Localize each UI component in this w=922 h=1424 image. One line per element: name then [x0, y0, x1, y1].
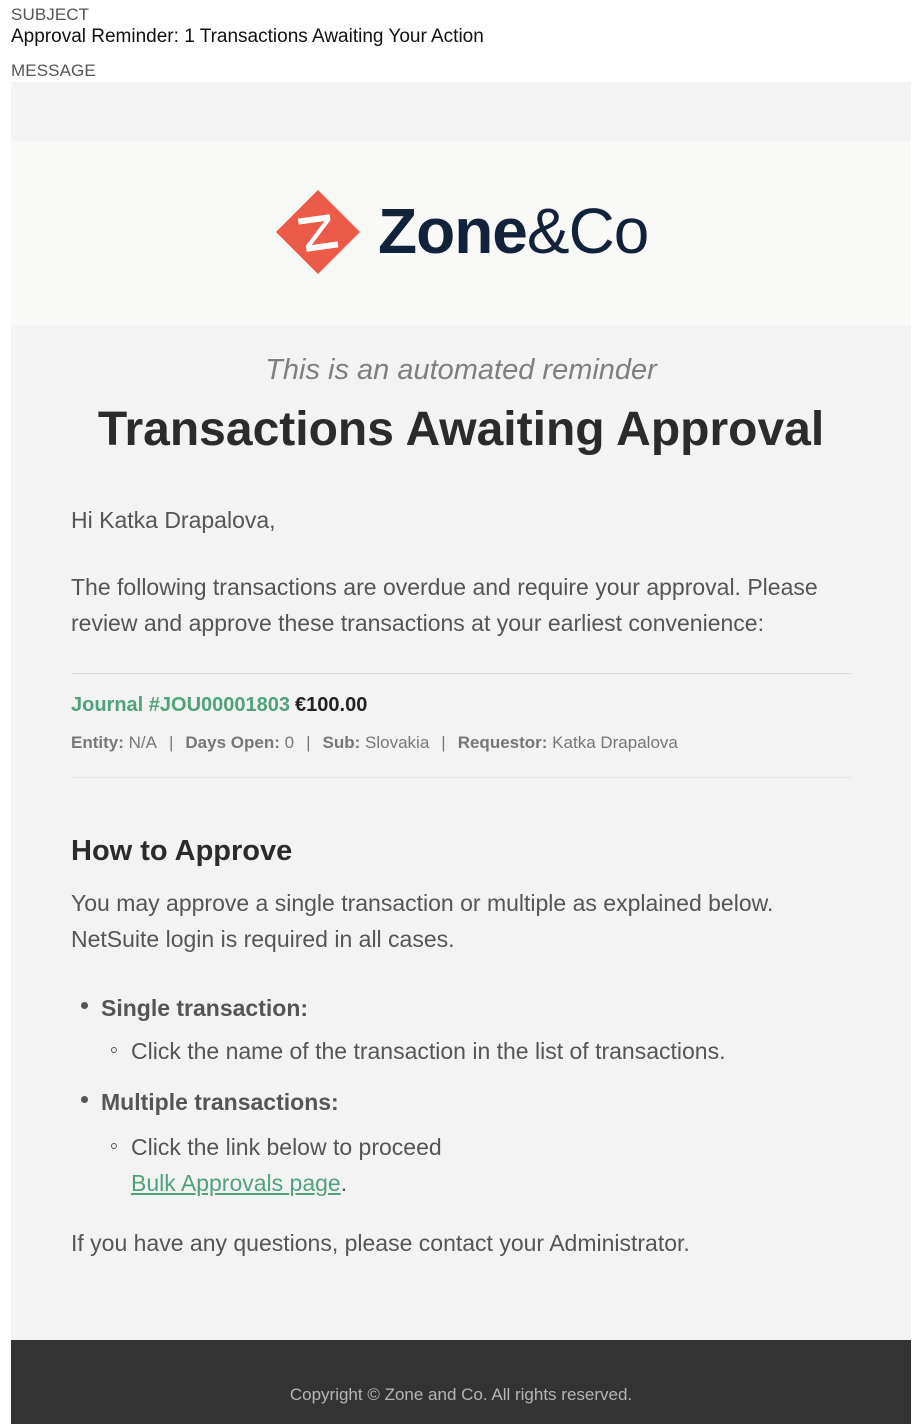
days-open-label: Days Open:	[185, 733, 280, 752]
howto-title: How to Approve	[71, 835, 293, 867]
copyright-text: Copyright © Zone and Co. All rights rese…	[289, 1385, 633, 1404]
step-single-detail-item: Click the name of the transaction in the…	[101, 1033, 851, 1069]
days-open-value: 0	[284, 733, 295, 752]
meta-separator: |	[441, 733, 446, 752]
meta-separator: |	[306, 733, 311, 752]
approval-steps-list: Single transaction: Click the name of th…	[71, 990, 851, 1201]
email-footer: Copyright © Zone and Co. All rights rese…	[11, 1340, 911, 1424]
step-multiple-detail: Click the link below to proceed	[131, 1134, 442, 1160]
email-subject: Approval Reminder: 1 Transactions Awaiti…	[11, 26, 484, 47]
link-suffix: .	[340, 1170, 348, 1196]
meta-separator: |	[168, 733, 174, 752]
transaction-row: Journal #JOU00001803 €100.00	[71, 694, 851, 717]
entity-value: N/A	[128, 733, 157, 752]
transaction-meta: Entity: N/A | Days Open: 0 | Sub: Slovakia | R…	[71, 733, 851, 753]
sub-label: Sub:	[322, 733, 361, 752]
step-single-title: Single transaction:	[101, 995, 309, 1021]
bullet-dot	[81, 1096, 88, 1103]
brand-name-light: &Co	[526, 195, 649, 267]
email-headline: Transactions Awaiting Approval	[97, 403, 825, 456]
bulk-approvals-link[interactable]: Bulk Approvals page	[131, 1170, 341, 1196]
brand-logo-text: Zone&Co	[378, 195, 649, 267]
bullet-circle	[111, 1047, 117, 1053]
divider-bottom	[71, 777, 851, 778]
howto-intro: You may approve a single transaction or …	[71, 890, 774, 952]
greeting: Hi Katka Drapalova,	[71, 507, 276, 533]
intro-paragraph: The following transactions are overdue a…	[71, 574, 818, 636]
brand-name-bold: Zone	[378, 195, 528, 267]
step-multiple-title: Multiple transactions:	[101, 1089, 339, 1115]
subject-label: SUBJECT	[11, 5, 90, 24]
step-single: Single transaction: Click the name of th…	[71, 990, 851, 1069]
message-label: MESSAGE	[11, 61, 96, 80]
requestor-label: Requestor:	[457, 733, 548, 752]
transaction-amount: €100.00	[295, 694, 368, 716]
requestor-value: Katka Drapalova	[552, 733, 678, 752]
sub-value: Slovakia	[365, 733, 430, 752]
bullet-dot	[81, 1002, 88, 1009]
step-single-detail: Click the name of the transaction in the…	[131, 1038, 726, 1064]
email-body: Zone&Co This is an automated reminder Tr…	[11, 82, 911, 1424]
outro-paragraph: If you have any questions, please contac…	[71, 1230, 690, 1256]
divider-top	[71, 673, 851, 674]
logo-banner: Zone&Co	[11, 141, 911, 325]
step-multiple-detail-item: Click the link below to proceed Bulk App…	[101, 1129, 851, 1201]
zone-diamond-z-icon	[276, 190, 360, 274]
entity-label: Entity:	[71, 733, 124, 752]
transaction-link[interactable]: Journal #JOU00001803	[71, 694, 290, 716]
email-tagline: This is an automated reminder	[265, 354, 657, 386]
step-multiple: Multiple transactions: Click the link be…	[71, 1084, 851, 1201]
bullet-circle	[111, 1143, 117, 1149]
